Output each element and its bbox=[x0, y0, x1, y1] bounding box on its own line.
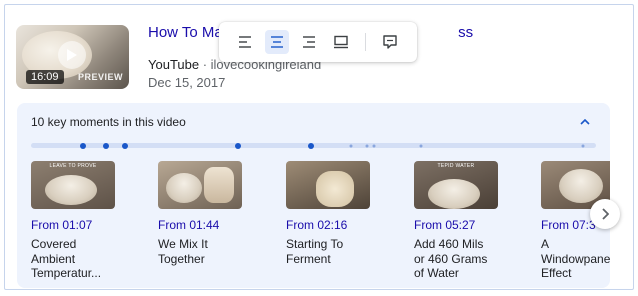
timeline-marker[interactable] bbox=[349, 144, 353, 147]
timeline-marker[interactable] bbox=[365, 144, 369, 147]
preview-label: PREVIEW bbox=[77, 72, 123, 82]
align-right-icon bbox=[303, 36, 315, 48]
moment-card[interactable]: From 02:16 Starting To Ferment bbox=[286, 161, 396, 266]
moment-time: From 05:27 bbox=[414, 218, 476, 232]
timeline-marker[interactable] bbox=[419, 144, 423, 147]
moment-thumbnail: TEPID WATER bbox=[414, 161, 498, 209]
source-name: YouTube bbox=[148, 57, 200, 72]
moment-label: Starting To Ferment bbox=[286, 237, 344, 266]
moment-card[interactable]: TEPID WATER From 05:27 Add 460 Mils or 4… bbox=[414, 161, 524, 281]
align-center-icon bbox=[271, 36, 283, 48]
thumbnail-caption: TEPID WATER bbox=[437, 163, 475, 169]
full-width-button[interactable] bbox=[329, 30, 353, 54]
timeline-marker[interactable] bbox=[308, 142, 314, 149]
moment-card[interactable]: LEAVE TO PROVE From 01:07 Covered Ambien… bbox=[31, 161, 141, 281]
alignment-toolbar bbox=[219, 22, 417, 62]
duration-badge: 16:09 bbox=[26, 70, 64, 84]
toolbar-divider bbox=[365, 33, 366, 51]
moment-time: From 01:44 bbox=[158, 218, 220, 232]
next-button[interactable] bbox=[590, 199, 620, 229]
align-right-button[interactable] bbox=[297, 30, 321, 54]
moment-label: Covered Ambient Temperatur... bbox=[31, 237, 102, 280]
align-left-icon bbox=[239, 36, 251, 48]
video-title-start: How To Mal bbox=[148, 24, 227, 41]
moment-thumbnail bbox=[158, 161, 242, 209]
moment-thumbnail: LEAVE TO PROVE bbox=[31, 161, 115, 209]
play-icon[interactable] bbox=[58, 41, 86, 69]
video-thumbnail[interactable]: 16:09 PREVIEW bbox=[16, 25, 129, 89]
key-moments-carousel: LEAVE TO PROVE From 01:07 Covered Ambien… bbox=[31, 161, 610, 288]
thumbnail-caption: LEAVE TO PROVE bbox=[49, 163, 97, 169]
moment-label: A Windowpane Effect bbox=[541, 237, 610, 280]
timeline-marker[interactable] bbox=[372, 144, 376, 147]
moment-time: From 02:16 bbox=[286, 218, 348, 232]
timeline-marker[interactable] bbox=[122, 142, 128, 149]
video-date: Dec 15, 2017 bbox=[148, 75, 226, 90]
chevron-up-icon[interactable] bbox=[578, 115, 592, 129]
video-title-end: ss bbox=[458, 24, 474, 41]
align-left-button[interactable] bbox=[233, 30, 257, 54]
moment-label: We Mix It Together bbox=[158, 237, 208, 266]
timeline-track[interactable] bbox=[31, 142, 596, 149]
key-moments-heading: 10 key moments in this video bbox=[31, 115, 186, 129]
key-moments-panel: 10 key moments in this video LEAVE TO PR… bbox=[17, 103, 610, 288]
moment-time: From 01:07 bbox=[31, 218, 93, 232]
align-center-button[interactable] bbox=[265, 30, 289, 54]
moment-card[interactable]: From 01:44 We Mix It Together bbox=[158, 161, 268, 266]
comment-button[interactable] bbox=[378, 30, 402, 54]
moment-label: Add 460 Mils or 460 Grams of Water bbox=[414, 237, 488, 280]
timeline-marker[interactable] bbox=[80, 142, 86, 149]
full-width-icon bbox=[334, 35, 348, 49]
timeline-marker[interactable] bbox=[103, 142, 109, 149]
timeline-marker[interactable] bbox=[235, 142, 241, 149]
moment-thumbnail bbox=[286, 161, 370, 209]
comment-icon bbox=[383, 35, 397, 49]
chevron-right-icon bbox=[602, 208, 609, 220]
timeline-marker[interactable] bbox=[581, 144, 585, 147]
